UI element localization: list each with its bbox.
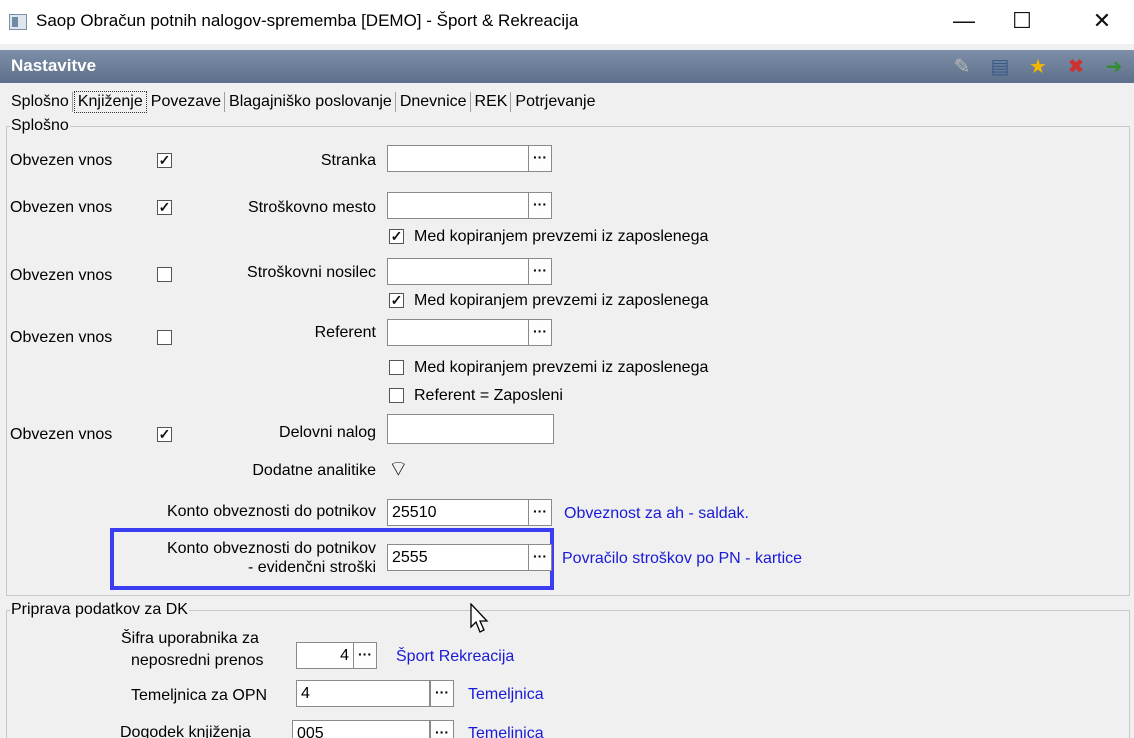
referent-copy-checkbox[interactable] [389, 360, 404, 375]
strosk-nosilec-required-checkbox[interactable] [157, 267, 172, 282]
sifra-label-2: neposredni prenos [131, 652, 264, 669]
checkmark-icon: ✓ [158, 152, 171, 168]
konto-evidencni-label-1: Konto obveznosti do potnikov [166, 540, 376, 557]
sifra-description[interactable]: Šport Rekreacija [396, 648, 514, 666]
exit-icon[interactable]: ➜ [1102, 55, 1126, 79]
referent-copy-label: Med kopiranjem prevzemi iz zaposlenega [414, 359, 709, 376]
book-icon[interactable]: ⌔ [388, 457, 409, 481]
referent-lookup-button[interactable]: ··· [528, 319, 552, 346]
tab-povezave[interactable]: Povezave [148, 92, 226, 112]
header-bar: Nastavitve ✎ ▤ ★ ✖ ➜ [0, 50, 1134, 83]
tab-potrjevanje[interactable]: Potrjevanje [512, 92, 598, 112]
strosk-nosilec-copy-label: Med kopiranjem prevzemi iz zaposlenega [414, 292, 709, 309]
title-bar: Saop Obračun potnih nalogov-sprememba [D… [0, 0, 1134, 44]
sifra-label-1: Šifra uporabnika za [121, 630, 259, 647]
delovni-nalog-input[interactable] [387, 414, 554, 444]
checkmark-icon: ✓ [158, 199, 171, 215]
tab-splosno[interactable]: Splošno [8, 92, 73, 112]
stranka-lookup-button[interactable]: ··· [528, 145, 552, 172]
required-label: Obvezen vnos [10, 267, 113, 284]
close-button[interactable]: ✕ [1082, 6, 1122, 38]
checkmark-icon: ✓ [390, 228, 403, 244]
columns-icon[interactable]: ▤ [988, 55, 1012, 79]
temeljnica-input[interactable]: 4 [296, 680, 430, 707]
strosk-mesto-label: Stroškovno mesto [247, 199, 376, 216]
strosk-nosilec-input[interactable] [387, 258, 529, 285]
stranka-required-checkbox[interactable]: ✓ [157, 153, 172, 168]
strosk-nosilec-lookup-button[interactable]: ··· [528, 258, 552, 285]
dogodek-description[interactable]: Temeljnica [468, 725, 544, 738]
sifra-input[interactable]: 4 [296, 642, 354, 669]
konto-obveznosti-description[interactable]: Obveznost za ah - saldak. [564, 505, 749, 523]
konto-evidencni-description[interactable]: Povračilo stroškov po PN - kartice [562, 550, 802, 568]
strosk-mesto-copy-checkbox[interactable]: ✓ [389, 229, 404, 244]
required-label: Obvezen vnos [10, 152, 113, 169]
tab-dnevnice[interactable]: Dnevnice [397, 92, 471, 112]
minimize-button[interactable]: — [944, 6, 984, 38]
dogodek-input[interactable]: 005 [292, 720, 430, 738]
referent-label: Referent [314, 324, 376, 341]
page-title: Nastavitve [11, 56, 97, 75]
star-icon[interactable]: ★ [1026, 55, 1050, 79]
strosk-mesto-required-checkbox[interactable]: ✓ [157, 200, 172, 215]
referent-input[interactable] [387, 319, 529, 346]
delovni-nalog-label: Delovni nalog [279, 424, 376, 441]
mouse-cursor-icon [470, 603, 489, 633]
strosk-nosilec-label: Stroškovni nosilec [247, 264, 376, 281]
strosk-mesto-lookup-button[interactable]: ··· [528, 192, 552, 219]
konto-evidencni-input[interactable]: 2555 [387, 544, 529, 571]
temeljnica-label: Temeljnica za OPN [131, 687, 268, 704]
konto-obveznosti-label: Konto obveznosti do potnikov [166, 503, 376, 520]
dk-legend: Priprava podatkov za DK [10, 601, 189, 619]
splosno-legend: Splošno [10, 117, 70, 135]
referent-eq-checkbox[interactable] [389, 388, 404, 403]
konto-obveznosti-input[interactable]: 25510 [387, 499, 529, 526]
window-title: Saop Obračun potnih nalogov-sprememba [D… [36, 11, 579, 30]
referent-eq-label: Referent = Zaposleni [414, 387, 563, 404]
dogodek-label: Dogodek knjiženja [120, 724, 251, 738]
checkmark-icon: ✓ [390, 292, 403, 308]
referent-required-checkbox[interactable] [157, 330, 172, 345]
sifra-lookup-button[interactable]: ··· [353, 642, 377, 669]
strosk-nosilec-copy-checkbox[interactable]: ✓ [389, 293, 404, 308]
konto-evidencni-lookup-button[interactable]: ··· [528, 544, 552, 571]
maximize-button[interactable]: ☐ [1002, 6, 1042, 38]
strosk-mesto-input[interactable] [387, 192, 529, 219]
temeljnica-lookup-button[interactable]: ··· [430, 680, 454, 707]
required-label: Obvezen vnos [10, 199, 113, 216]
checkmark-icon: ✓ [158, 426, 171, 442]
dogodek-lookup-button[interactable]: ··· [430, 720, 454, 738]
app-icon [9, 14, 27, 30]
konto-obveznosti-lookup-button[interactable]: ··· [528, 499, 552, 526]
required-label: Obvezen vnos [10, 426, 113, 443]
tab-blagajnisko-poslovanje[interactable]: Blagajniško poslovanje [226, 92, 396, 112]
konto-evidencni-label-2: - evidenčni stroški [247, 559, 376, 576]
strosk-mesto-copy-label: Med kopiranjem prevzemi iz zaposlenega [414, 228, 709, 245]
tab-knjizenje[interactable]: Knjiženje [73, 91, 147, 113]
stranka-input[interactable] [387, 145, 529, 172]
required-label: Obvezen vnos [10, 329, 113, 346]
dodatne-analitike-label: Dodatne analitike [252, 462, 376, 479]
edit-icon[interactable]: ✎ [950, 55, 974, 79]
temeljnica-description[interactable]: Temeljnica [468, 686, 544, 704]
tab-rek[interactable]: REK [472, 92, 512, 112]
tab-strip: Splošno Knjiženje Povezave Blagajniško posl… [8, 91, 599, 117]
delovni-nalog-required-checkbox[interactable]: ✓ [157, 427, 172, 442]
delete-icon[interactable]: ✖ [1064, 55, 1088, 79]
stranka-label: Stranka [320, 152, 376, 169]
